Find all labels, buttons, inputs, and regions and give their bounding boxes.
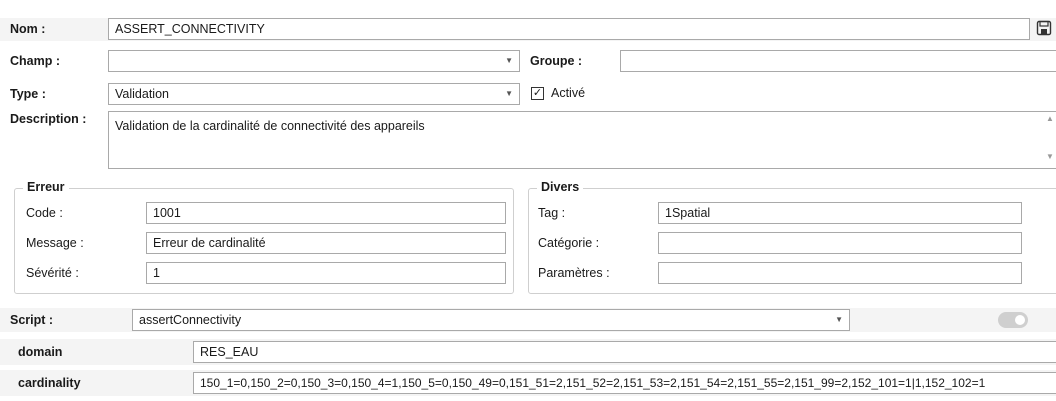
code-input[interactable]: 1001 (146, 202, 506, 224)
nom-label: Nom : (10, 22, 46, 36)
scroll-up-icon[interactable]: ▲ (1046, 114, 1054, 123)
erreur-title: Erreur (23, 180, 69, 194)
categorie-label: Catégorie : (538, 236, 600, 250)
active-checkbox[interactable]: ✓ (531, 87, 544, 100)
categorie-input[interactable] (658, 232, 1022, 254)
code-label: Code : (26, 206, 63, 220)
champ-select[interactable]: ▼ (108, 50, 520, 72)
save-icon[interactable] (1036, 20, 1052, 36)
script-value: assertConnectivity (139, 313, 242, 327)
active-label: Activé (551, 86, 586, 100)
message-input[interactable]: Erreur de cardinalité (146, 232, 506, 254)
type-label: Type : (10, 87, 46, 101)
divers-title: Divers (537, 180, 584, 194)
severite-label: Sévérité : (26, 266, 79, 280)
nom-input[interactable]: ASSERT_CONNECTIVITY (108, 18, 1030, 40)
severite-input[interactable]: 1 (146, 262, 506, 284)
script-label: Script : (10, 313, 54, 327)
script-select[interactable]: assertConnectivity ▼ (132, 309, 850, 331)
toggle-switch[interactable] (998, 312, 1028, 328)
param-value-domain[interactable]: RES_EAU (193, 341, 1056, 363)
chevron-down-icon: ▼ (505, 56, 513, 65)
scroll-down-icon[interactable]: ▼ (1046, 152, 1054, 161)
param-value-cardinality[interactable]: 150_1=0,150_2=0,150_3=0,150_4=1,150_5=0,… (193, 372, 1056, 394)
groupe-label: Groupe : (530, 54, 583, 68)
param-name-domain: domain (18, 345, 63, 359)
description-textarea[interactable]: Validation de la cardinalité de connecti… (108, 111, 1056, 169)
description-label: Description : (10, 112, 87, 126)
tag-input[interactable]: 1Spatial (658, 202, 1022, 224)
param-name-cardinality: cardinality (18, 376, 81, 390)
type-select[interactable]: Validation ▼ (108, 83, 520, 105)
message-label: Message : (26, 236, 84, 250)
parametres-input[interactable] (658, 262, 1022, 284)
chevron-down-icon: ▼ (505, 89, 513, 98)
parametres-label: Paramètres : (538, 266, 610, 280)
champ-label: Champ : (10, 54, 60, 68)
toggle-knob (1015, 315, 1025, 325)
type-value: Validation (115, 87, 169, 101)
groupe-select[interactable] (620, 50, 1056, 72)
tag-label: Tag : (538, 206, 566, 220)
chevron-down-icon: ▼ (835, 315, 843, 324)
